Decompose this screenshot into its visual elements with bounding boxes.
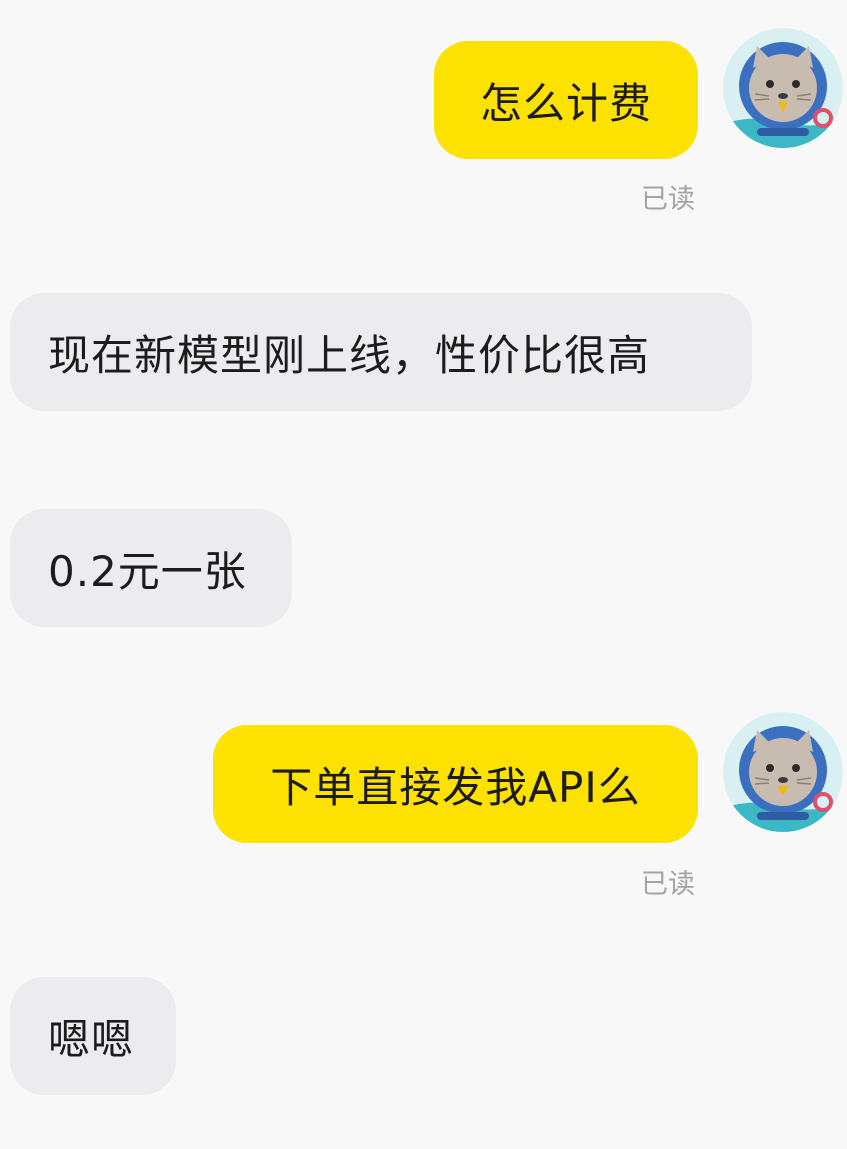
- incoming-message-bubble[interactable]: 现在新模型刚上线，性价比很高: [10, 293, 752, 411]
- user-avatar-icon[interactable]: [723, 712, 843, 832]
- user-avatar-icon[interactable]: [723, 28, 843, 148]
- read-status: 已读: [641, 869, 695, 900]
- read-status: 已读: [641, 184, 695, 215]
- outgoing-message-bubble[interactable]: 下单直接发我API么: [213, 725, 698, 843]
- message-text: 0.2元一张: [48, 546, 247, 596]
- message-text: 下单直接发我API么: [270, 762, 641, 812]
- incoming-message-bubble[interactable]: 嗯嗯: [10, 977, 176, 1095]
- message-text: 嗯嗯: [48, 1014, 135, 1064]
- message-text: 现在新模型刚上线，性价比很高: [48, 330, 651, 380]
- incoming-message-bubble[interactable]: 0.2元一张: [10, 509, 292, 627]
- message-text: 怎么计费: [479, 78, 652, 128]
- chat-conversation: 怎么计费 已读 现在新模型刚上线，性价比很高 0.2元一张 下单直接发我API么…: [0, 0, 847, 1149]
- outgoing-message-bubble[interactable]: 怎么计费: [434, 41, 698, 159]
